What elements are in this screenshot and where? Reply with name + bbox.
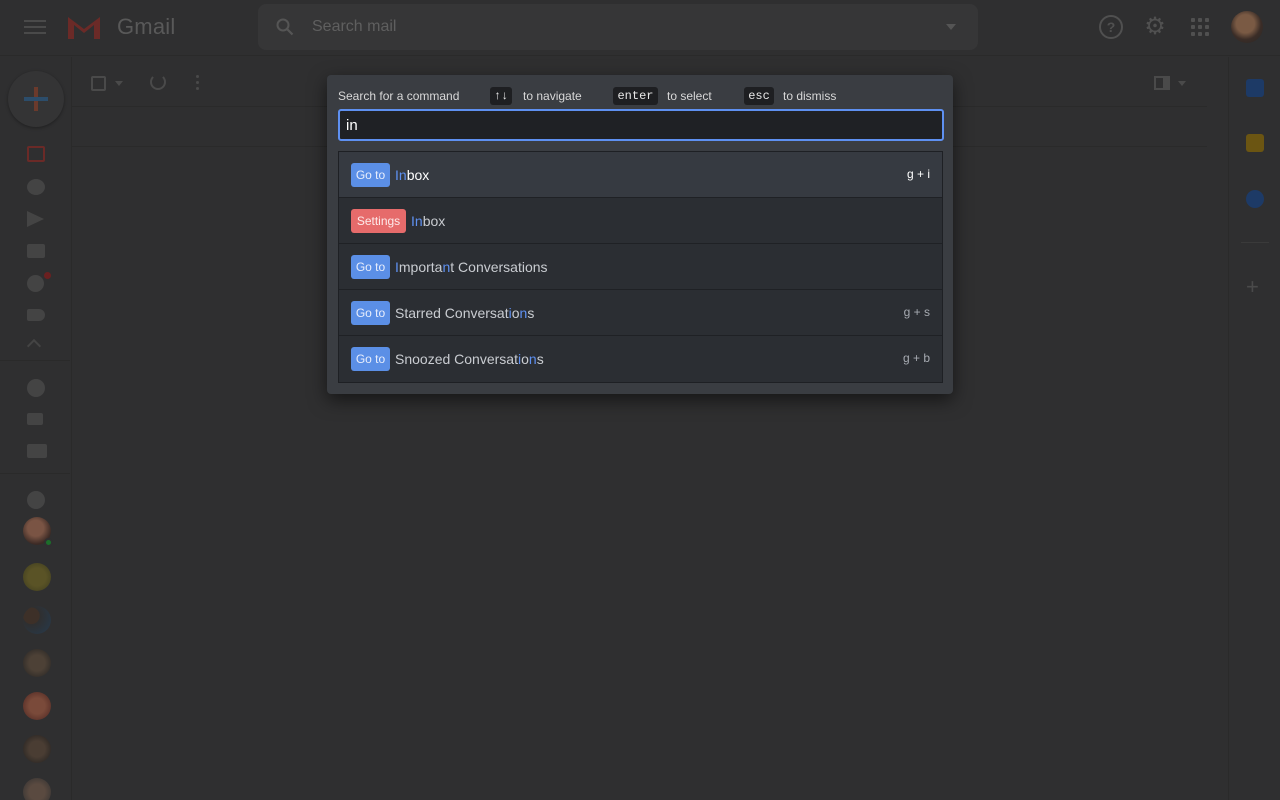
enter-key-hint: enter: [613, 87, 658, 105]
contact-avatar[interactable]: [23, 563, 51, 591]
contact-avatar[interactable]: [23, 692, 51, 720]
command-palette: Search for a command ↑↓ to navigate ente…: [327, 75, 953, 394]
command-label: Inbox: [411, 211, 445, 231]
keyboard-shortcut: g + b: [902, 351, 930, 365]
goto-badge: Go to: [351, 163, 390, 187]
command-result-item[interactable]: Go to Snoozed Conversations g + b: [339, 336, 942, 382]
match-highlight: n: [528, 351, 537, 367]
nav-divider: [0, 360, 70, 361]
command-search-input[interactable]: [338, 109, 944, 141]
command-result-item[interactable]: Go to Important Conversations: [339, 244, 942, 290]
compose-button[interactable]: [8, 71, 64, 127]
gmail-logo-icon[interactable]: [66, 13, 102, 41]
apps-grid-icon[interactable]: [1188, 15, 1212, 39]
chat-icon[interactable]: [27, 379, 45, 397]
top-bar: Gmail ? ⚙: [0, 0, 1280, 56]
all-mail-icon[interactable]: [27, 244, 45, 258]
search-bar[interactable]: [258, 4, 978, 50]
dismiss-hint-text: to dismiss: [783, 89, 837, 103]
label-text: box: [406, 167, 430, 183]
contact-avatar[interactable]: [23, 649, 51, 677]
add-addon-icon[interactable]: +: [1246, 276, 1259, 298]
account-avatar[interactable]: [1231, 11, 1263, 43]
group-contact-avatar[interactable]: [23, 606, 51, 634]
contact-avatar[interactable]: [23, 735, 51, 763]
more-options-icon[interactable]: [196, 75, 200, 93]
left-navigation: [0, 57, 72, 800]
keyboard-shortcut: g + i: [906, 167, 930, 181]
goto-badge: Go to: [351, 301, 390, 325]
goto-badge: Go to: [351, 255, 390, 279]
nav-divider: [0, 473, 70, 474]
command-result-item[interactable]: Settings Inbox: [339, 198, 942, 244]
gear-icon[interactable]: ⚙: [1143, 15, 1167, 39]
navigate-hint-text: to navigate: [523, 89, 582, 103]
match-highlight: In: [411, 213, 423, 229]
label-text: t Conversations: [450, 259, 548, 275]
keyboard-icon[interactable]: [27, 444, 47, 458]
label-text: o: [511, 305, 520, 321]
help-icon[interactable]: ?: [1099, 15, 1123, 39]
select-chevron-down-icon[interactable]: [115, 81, 123, 86]
command-label: Inbox: [395, 165, 429, 185]
navigate-key-hint: ↑↓: [490, 87, 512, 105]
search-input[interactable]: [312, 14, 932, 40]
side-panel-divider: [1241, 242, 1269, 243]
gmail-logo-text: Gmail: [117, 14, 176, 39]
label-icon[interactable]: [27, 309, 45, 321]
sent-icon[interactable]: [27, 211, 44, 227]
calendar-icon[interactable]: [1246, 79, 1264, 97]
label-text: s: [536, 351, 544, 367]
contact-avatar[interactable]: [23, 778, 51, 800]
split-pane-chevron-down-icon[interactable]: [1178, 81, 1186, 86]
keep-icon[interactable]: [1246, 134, 1264, 152]
label-text: Snoozed Conversat: [395, 351, 518, 367]
online-status-dot: [44, 538, 53, 547]
inbox-icon[interactable]: [27, 146, 45, 162]
hangouts-icon[interactable]: [27, 491, 45, 509]
notification-dot: [44, 272, 51, 279]
side-panel: +: [1228, 57, 1280, 800]
command-result-item[interactable]: Go to Inbox g + i: [339, 152, 942, 198]
keyboard-shortcut: g + s: [903, 305, 930, 319]
command-results-list: Go to Inbox g + i Settings Inbox Go to I…: [338, 151, 943, 383]
collapse-chevron-icon[interactable]: [26, 338, 42, 354]
label-text: box: [422, 213, 446, 229]
label-text: mporta: [398, 259, 443, 275]
select-hint-text: to select: [667, 89, 712, 103]
tasks-icon[interactable]: [1246, 190, 1264, 208]
label-text: s: [527, 305, 535, 321]
palette-title: Search for a command: [338, 89, 460, 103]
command-label: Starred Conversations: [395, 303, 534, 323]
command-label: Snoozed Conversations: [395, 349, 544, 369]
snoozed-clock-icon[interactable]: [27, 179, 45, 195]
esc-key-hint: esc: [744, 87, 774, 105]
select-all-checkbox[interactable]: [91, 76, 106, 91]
goto-badge: Go to: [351, 347, 390, 371]
refresh-icon[interactable]: [150, 74, 166, 90]
label-text: o: [521, 351, 529, 367]
match-highlight: In: [395, 167, 407, 183]
video-meet-icon[interactable]: [27, 413, 43, 425]
command-result-item[interactable]: Go to Starred Conversations g + s: [339, 290, 942, 336]
label-text: Starred Conversat: [395, 305, 509, 321]
search-icon[interactable]: [276, 18, 294, 36]
settings-badge: Settings: [351, 209, 406, 233]
important-icon[interactable]: [27, 275, 44, 292]
command-label: Important Conversations: [395, 257, 548, 277]
search-options-chevron-icon[interactable]: [946, 24, 956, 30]
menu-icon[interactable]: [24, 16, 46, 38]
split-pane-icon[interactable]: [1154, 76, 1170, 90]
